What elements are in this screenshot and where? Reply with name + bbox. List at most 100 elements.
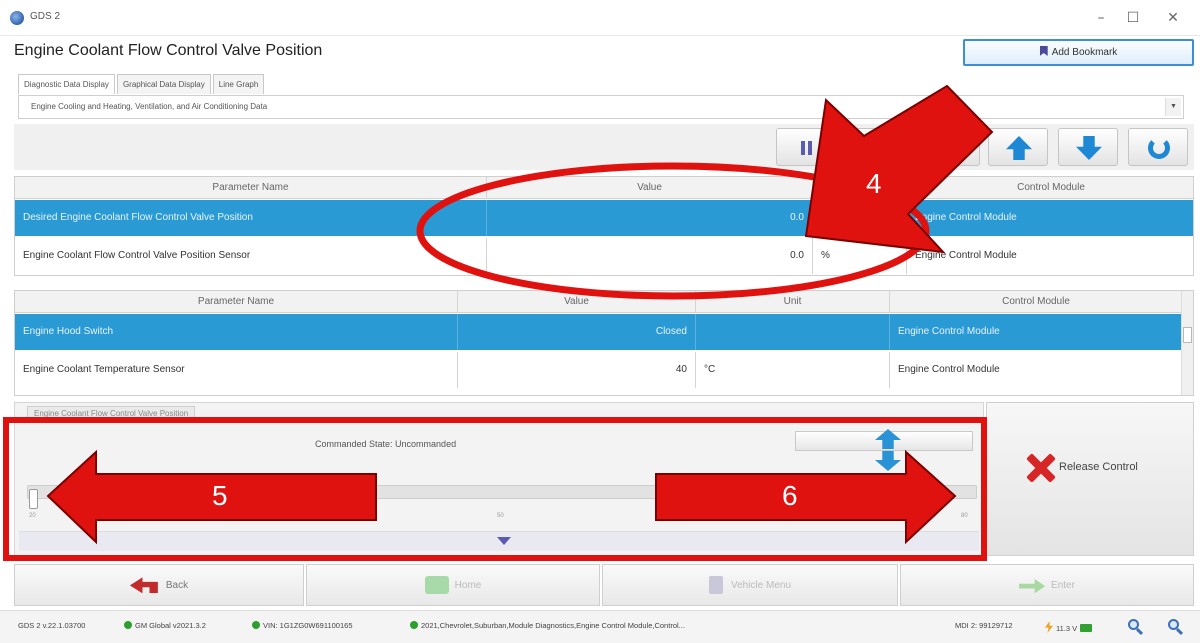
position-slider-track[interactable]	[27, 485, 977, 499]
unit-cell: %	[813, 238, 907, 274]
value-cell: Closed	[458, 314, 696, 350]
app-name: GDS 2	[30, 11, 61, 22]
column-header-control-module: Control Module	[890, 291, 1183, 313]
chevron-down-icon[interactable]: ▼	[1165, 98, 1181, 116]
vehicle-menu-label: Vehicle Menu	[730, 580, 792, 591]
command-down-icon	[875, 451, 901, 471]
enter-button[interactable]: Enter	[900, 564, 1194, 606]
command-up-icon	[875, 429, 901, 449]
tab-diagnostic-data-display[interactable]: Diagnostic Data Display	[18, 74, 115, 94]
unit-cell: °C	[696, 352, 890, 388]
move-up-button[interactable]	[988, 128, 1048, 166]
annotation-label-5: 5	[212, 480, 228, 511]
add-bookmark-label: Add Bookmark	[1051, 47, 1118, 58]
home-icon	[424, 576, 449, 595]
status-mdi: MDI 2: 99129712	[955, 621, 1013, 630]
value-cell: 40	[458, 352, 696, 388]
close-button[interactable]: ✕	[1158, 6, 1188, 30]
back-arrow-icon	[129, 577, 158, 594]
table-header: Parameter Name Value Control Module	[15, 177, 1193, 199]
scroll-thumb[interactable]	[1183, 327, 1192, 343]
toolbar-blank-button[interactable]	[848, 128, 908, 166]
slider-max-label: 80	[961, 513, 968, 519]
back-button[interactable]: Back	[14, 564, 304, 606]
column-header-control-module: Control Module	[1017, 182, 1085, 193]
control-panel: Engine Coolant Flow Control Valve Positi…	[14, 402, 984, 556]
move-down-button[interactable]	[1058, 128, 1118, 166]
data-list-selected-value: Engine Cooling and Heating, Ventilation,…	[31, 102, 268, 111]
add-bookmark-button[interactable]: Add Bookmark	[963, 39, 1194, 66]
column-header-parameter-name: Parameter Name	[15, 291, 458, 313]
column-header-unit	[813, 177, 907, 199]
maximize-button[interactable]: ☐	[1118, 6, 1148, 30]
tab-line-graph[interactable]: Line Graph	[212, 74, 265, 94]
slider-min-label: 20	[29, 513, 36, 519]
minimize-button[interactable]: –	[1086, 6, 1116, 30]
vehicle-menu-button[interactable]: Vehicle Menu	[602, 564, 898, 606]
enter-label: Enter	[1051, 580, 1075, 591]
release-x-icon	[1025, 453, 1055, 483]
control-module-cell: Engine Control Module	[915, 212, 1017, 223]
parameter-name-cell: Engine Coolant Flow Control Valve Positi…	[15, 238, 487, 274]
status-vin: VIN: 1G1ZG0W691100165	[252, 621, 353, 630]
pause-button[interactable]	[776, 128, 836, 166]
status-path: 2021,Chevrolet,Suburban,Module Diagnosti…	[410, 621, 685, 630]
slider-mid-label: 50	[497, 513, 504, 519]
column-header-value: Value	[487, 177, 813, 199]
control-module-cell: Engine Control Module	[915, 250, 1017, 261]
zoom-out-icon[interactable]	[1168, 619, 1184, 636]
status-path-text: 2021,Chevrolet,Suburban,Module Diagnosti…	[421, 621, 685, 630]
release-control-button[interactable]: Release Control	[986, 402, 1194, 556]
control-module-cell: Engine Control Module	[890, 314, 1183, 350]
enter-arrow-icon	[1019, 578, 1046, 594]
pause-icon	[801, 141, 805, 155]
parameter-table-1: Parameter Name Value Control Module Desi…	[14, 176, 1194, 276]
parameter-name-cell: Engine Hood Switch	[15, 314, 458, 350]
page-title: Engine Coolant Flow Control Valve Positi…	[14, 42, 323, 59]
up-arrow-icon	[1006, 136, 1032, 160]
annotation-label-4: 4	[866, 168, 882, 199]
unit-cell	[696, 314, 890, 350]
table-row[interactable]: Engine Coolant Flow Control Valve Positi…	[15, 238, 1193, 274]
status-voltage: 11.3 V	[1045, 621, 1093, 633]
table-row[interactable]: Engine Hood Switch Closed Engine Control…	[15, 314, 1183, 350]
control-module-cell: Engine Control Module	[890, 352, 1183, 388]
status-bar: GDS 2 v.22.1.03700 GM Global v2021.3.2 V…	[0, 610, 1200, 643]
status-vin-text: VIN: 1G1ZG0W691100165	[263, 621, 353, 630]
parameter-table-2: Parameter Name Value Unit Control Module…	[14, 290, 1194, 396]
table-scrollbar[interactable]	[1181, 291, 1193, 395]
table-row[interactable]: Desired Engine Coolant Flow Control Valv…	[15, 200, 1193, 236]
data-list-select[interactable]: Engine Cooling and Heating, Ventilation,…	[18, 95, 1184, 119]
status-mdi-text: MDI 2: 99129712	[955, 621, 1013, 630]
status-global-text: GM Global v2021.3.2	[135, 621, 206, 630]
unit-cell	[813, 200, 907, 236]
view-tabs: Diagnostic Data Display Graphical Data D…	[18, 74, 266, 94]
refresh-icon	[1148, 137, 1170, 159]
app-logo-icon	[10, 11, 24, 25]
zoom-in-icon[interactable]	[1128, 619, 1144, 636]
commanded-state-label: Commanded State: Uncommanded	[315, 439, 457, 449]
power-icon	[1045, 621, 1053, 633]
command-up-down-icon[interactable]	[875, 429, 901, 473]
annotation-label-6: 6	[782, 480, 798, 511]
table-header: Parameter Name Value Unit Control Module	[15, 291, 1193, 313]
bookmark-icon	[1039, 46, 1048, 56]
refresh-button[interactable]	[1128, 128, 1188, 166]
home-button[interactable]: Home	[306, 564, 600, 606]
vehicle-menu-icon	[708, 576, 723, 595]
column-header-parameter-name: Parameter Name	[15, 177, 487, 199]
control-tab[interactable]: Engine Coolant Flow Control Valve Positi…	[27, 406, 196, 420]
value-cell: 0.0	[487, 200, 813, 236]
toolbar-blank-button-2[interactable]	[920, 128, 980, 166]
tab-graphical-data-display[interactable]: Graphical Data Display	[116, 74, 211, 94]
expand-panel-button[interactable]	[19, 531, 979, 551]
down-arrow-icon	[1076, 136, 1102, 160]
column-header-value: Value	[458, 291, 696, 313]
status-global: GM Global v2021.3.2	[124, 621, 206, 630]
title-bar: GDS 2 – ☐ ✕	[0, 0, 1200, 36]
status-ok-icon	[410, 621, 418, 629]
position-slider-thumb[interactable]	[29, 489, 38, 509]
status-ok-icon	[252, 621, 260, 629]
status-version: GDS 2 v.22.1.03700	[18, 621, 86, 630]
table-row[interactable]: Engine Coolant Temperature Sensor 40 °C …	[15, 352, 1183, 388]
